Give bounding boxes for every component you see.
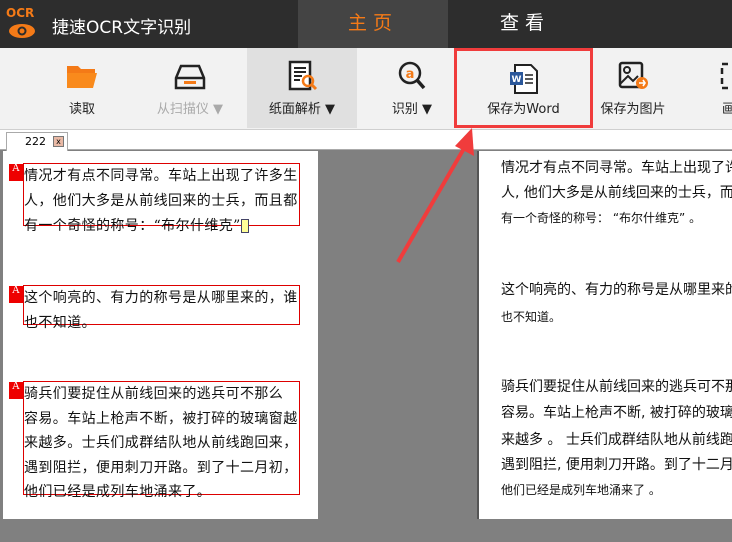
folder-icon [67, 66, 97, 88]
recognize-label: 识别 ▼ [391, 102, 433, 117]
scanner-label: 从扫描仪 ▼ [156, 102, 224, 117]
app-logo: OCR [6, 6, 36, 42]
scanner-icon [174, 64, 206, 90]
close-icon[interactable]: x [53, 136, 64, 147]
screen-label: 画面 [721, 102, 732, 117]
screen-icon [720, 62, 732, 90]
text-line: 这个响亮的、有力的称号是从哪里来的，谁 [24, 290, 298, 306]
result-line[interactable]: 有一个奇怪的称号： “布尔什维克” 。 [501, 209, 701, 226]
open-button[interactable]: 读取 [40, 48, 124, 128]
result-line[interactable]: 骑兵们要捉住从前线回来的逃兵可不那么 [501, 376, 732, 396]
cursor-marker [240, 219, 249, 233]
svg-text:W: W [511, 75, 521, 85]
text-region-marker-icon[interactable]: A [9, 286, 23, 303]
page-analysis-label: 纸面解析 ▼ [268, 102, 336, 117]
text-line: 容易。车站上枪声不断，被打碎的玻璃窗越 [24, 410, 298, 427]
text-line: 人，他们大多是从前线回来的士兵，而且都 [24, 193, 298, 209]
open-label: 读取 [68, 102, 95, 117]
text-line: 遇到阻拦，便用刺刀开路。到了十二月初， [24, 459, 298, 476]
app-title: 捷速OCR文字识别 [52, 18, 192, 38]
source-page: A 情况才有点不同寻常。车站上出现了许多生 人，他们大多是从前线回来的士兵，而且… [3, 151, 318, 519]
document-tab-label: 222 [25, 135, 46, 148]
text-region[interactable]: A 骑兵们要捉住从前线回来的逃兵可不那么 容易。车站上枪声不断，被打碎的玻璃窗越… [9, 381, 300, 500]
word-icon: W [509, 64, 538, 94]
title-bar: OCR 捷速OCR文字识别 主页 查看 [0, 0, 732, 48]
screen-button[interactable]: 画面 [705, 48, 732, 128]
document-tab-strip: 222 x [0, 130, 732, 151]
save-as-image-label: 保存为图片 [600, 102, 666, 117]
save-as-word-label: 保存为Word [487, 102, 560, 117]
text-line: 骑兵们要捉住从前线回来的逃兵可不那么 [24, 386, 284, 402]
result-line[interactable]: 容易。车站上枪声不断, 被打碎的玻璃窗越 [501, 402, 732, 422]
save-as-word-button[interactable]: W 保存为Word [454, 48, 593, 128]
text-region-marker-icon[interactable]: A [9, 382, 23, 399]
result-line[interactable]: 遇到阻拦, 便用刺刀开路。到了十二月初， [501, 454, 732, 474]
recognize-icon: a [398, 61, 426, 90]
result-line[interactable]: 情况才有点不同寻常。车站上出现了许多生 [501, 157, 732, 177]
document-tab[interactable]: 222 x [6, 132, 68, 151]
result-line[interactable]: 来越多 。 士兵们成群结队地从前线跑回来， [501, 429, 732, 449]
tab-home[interactable]: 主页 [298, 0, 448, 48]
eye-icon [9, 24, 35, 38]
text-line: 也不知道。 [24, 315, 96, 331]
svg-text:a: a [406, 67, 415, 82]
image-save-icon [618, 61, 648, 89]
recognize-button[interactable]: a 识别 ▼ [370, 48, 454, 128]
result-line[interactable]: 他们已经是成列车地涌来了 。 [501, 481, 661, 498]
text-region[interactable]: A 这个响亮的、有力的称号是从哪里来的，谁 也不知道。 [9, 285, 300, 331]
result-line[interactable]: 也不知道。 [501, 308, 561, 325]
logo-text: OCR [6, 6, 35, 20]
result-page: 情况才有点不同寻常。车站上出现了许多生 人, 他们大多是从前线回来的士兵，而且都… [477, 151, 732, 519]
page-analysis-button[interactable]: 纸面解析 ▼ [247, 48, 357, 128]
text-line: 情况才有点不同寻常。车站上出现了许多生 [24, 168, 298, 184]
save-as-image-button[interactable]: 保存为图片 [593, 48, 673, 128]
result-line[interactable]: 人, 他们大多是从前线回来的士兵，而且都 [501, 182, 732, 202]
scanner-button[interactable]: 从扫描仪 ▼ [140, 48, 240, 128]
tab-view[interactable]: 查看 [450, 0, 600, 48]
text-region[interactable]: A 情况才有点不同寻常。车站上出现了许多生 人，他们大多是从前线回来的士兵，而且… [9, 163, 300, 234]
text-line: 有一个奇怪的称号：“布尔什维克” [24, 218, 241, 234]
text-line: 他们已经是成列车地涌来了。 [24, 484, 212, 500]
text-line: 来越多。士兵们成群结队地从前线跑回来， [24, 435, 298, 451]
toolbar: 读取 从扫描仪 ▼ 纸面解析 ▼ a 识别 ▼ W 保存为Word 保存为图片 … [0, 48, 732, 130]
text-region-marker-icon[interactable]: A [9, 164, 23, 181]
page-analysis-icon [288, 60, 318, 91]
result-line[interactable]: 这个响亮的、有力的称号是从哪里来的，谁 [501, 279, 732, 299]
